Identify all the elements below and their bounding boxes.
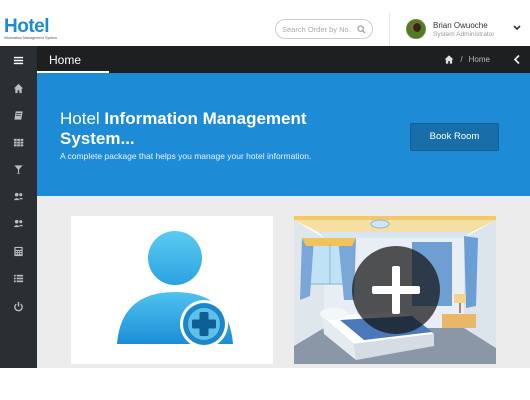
grid-icon (13, 138, 24, 146)
page-title: Home (49, 53, 82, 67)
list-icon (13, 274, 24, 282)
breadcrumb: / Home (444, 55, 490, 64)
sidebar-item-home[interactable] (0, 76, 37, 100)
hero-subtitle: A complete package that helps you manage… (60, 151, 312, 161)
page-bottom (0, 368, 530, 400)
book-room-button[interactable]: Book Room (410, 123, 499, 151)
calculator-icon (14, 246, 23, 256)
logo[interactable]: Hotel Information Management System (4, 17, 57, 40)
sidebar-item-rooms[interactable] (0, 130, 37, 154)
users-icon (13, 192, 24, 200)
sidebar (0, 46, 37, 368)
menu-icon (13, 56, 24, 64)
cocktail-icon (14, 164, 23, 174)
breadcrumb-bar: Home / Home (37, 46, 530, 73)
book-icon (14, 110, 23, 120)
main-content (37, 196, 530, 368)
breadcrumb-current: Home (468, 55, 490, 64)
add-room-icon (294, 216, 496, 364)
sidebar-item-guests[interactable] (0, 184, 37, 208)
add-user-icon (117, 231, 233, 348)
sidebar-item-accounts[interactable] (0, 239, 37, 263)
top-header: Hotel Information Management System Bria… (0, 13, 530, 46)
chevron-down-icon[interactable] (512, 24, 522, 32)
home-icon (13, 83, 24, 93)
sidebar-item-logout[interactable] (0, 294, 37, 318)
add-room-card[interactable] (294, 216, 496, 364)
hero-banner: Hotel Information Management System... A… (37, 73, 530, 196)
sidebar-item-staff[interactable] (0, 211, 37, 235)
sidebar-item-bookings[interactable] (0, 103, 37, 127)
logo-subtitle: Information Management System (4, 36, 57, 40)
header-divider (389, 13, 390, 46)
user-role: System Administrator (433, 31, 495, 38)
search-input[interactable] (282, 23, 356, 35)
sidebar-item-bar[interactable] (0, 157, 37, 181)
user-name[interactable]: Brian Owuoche (433, 21, 488, 30)
avatar[interactable] (406, 19, 426, 39)
search-box (275, 19, 373, 39)
hero-title: Hotel Information Management System... (60, 109, 350, 149)
users-icon (13, 219, 24, 227)
sidebar-item-reports[interactable] (0, 266, 37, 290)
search-icon[interactable] (357, 25, 366, 34)
chevron-left-icon[interactable] (513, 54, 521, 65)
power-icon (14, 301, 23, 311)
add-user-card[interactable] (71, 216, 273, 364)
home-icon[interactable] (444, 55, 454, 64)
breadcrumb-separator: / (460, 55, 463, 64)
logo-title: Hotel (4, 16, 49, 37)
page: Hotel Information Management System Bria… (0, 0, 530, 400)
sidebar-toggle[interactable] (0, 48, 37, 72)
hero-title-light: Hotel (60, 109, 105, 128)
